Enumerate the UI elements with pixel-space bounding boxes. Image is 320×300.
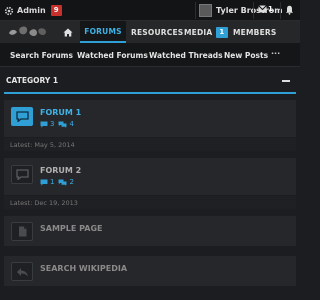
latest-post-date[interactable]: Latest: May 5, 2014 [10,141,75,149]
forum-unread-icon [11,107,33,126]
divider [195,2,196,19]
forum-node: FORUM 2 1 2 [4,158,296,195]
conversations-count: 1 [268,5,273,13]
link-node: SEARCH WIKIPEDIA [4,256,296,286]
page-icon [11,222,33,241]
message-count: 2 [69,178,74,186]
tab-resources-label: RESOURCES [131,27,184,37]
tab-resources[interactable]: RESOURCES [131,21,183,43]
more-menu[interactable]: ... [271,47,280,56]
admin-badge: 9 [50,5,62,16]
threads-icon [40,121,48,128]
watched-forums-link[interactable]: Watched Forums [77,51,148,60]
forum-node: FORUM 1 3 4 [4,100,296,137]
divider [253,2,254,19]
tab-members-label: MEMBERS [233,27,277,37]
divider [280,2,281,19]
messages-icon [58,179,67,186]
forum-title[interactable]: FORUM 2 [40,166,81,175]
tab-media[interactable]: MEDIA 1 [184,21,228,43]
home-button[interactable] [58,21,78,43]
collapse-icon[interactable] [282,80,290,82]
admin-label: Admin [17,6,46,15]
forum-read-icon [11,165,33,184]
page-title[interactable]: SAMPLE PAGE [40,224,102,233]
watched-threads-link[interactable]: Watched Threads [149,51,223,60]
threads-icon [40,179,48,186]
site-logo[interactable] [6,24,50,40]
thread-count: 3 [50,120,55,128]
link-forum-title[interactable]: SEARCH WIKIPEDIA [40,264,127,273]
top-bar: Admin 9 Tyler Brostrom 1 [0,0,300,21]
mail-icon[interactable] [258,5,267,13]
gear-icon [4,6,14,15]
latest-post-date[interactable]: Latest: Dec 19, 2013 [10,199,78,207]
forum-stats: 3 4 [40,120,78,128]
category-title[interactable]: CATEGORY 1 [6,76,58,85]
sub-nav: Search Forums Watched Forums Watched Thr… [0,43,300,67]
new-posts-link[interactable]: New Posts [224,51,268,60]
tab-forums[interactable]: FORUMS [80,21,126,43]
category-header: CATEGORY 1 [0,72,300,90]
link-forum-icon [11,262,33,281]
page-node: SAMPLE PAGE [4,216,296,246]
forum-latest: Latest: May 5, 2014 [4,138,296,151]
thread-count: 1 [50,178,55,186]
bell-icon[interactable] [285,5,294,15]
avatar [199,4,212,17]
category-accent-line [4,92,296,94]
search-forums-link[interactable]: Search Forums [10,51,73,60]
media-badge: 1 [216,26,228,38]
tab-forums-label: FORUMS [84,26,122,36]
home-icon [63,28,73,36]
forum-title[interactable]: FORUM 1 [40,108,81,117]
message-count: 4 [69,120,74,128]
main-nav: FORUMS RESOURCES MEDIA 1 MEMBERS [0,21,300,43]
forum-latest: Latest: Dec 19, 2013 [4,196,296,209]
messages-icon [58,121,67,128]
tab-members[interactable]: MEMBERS [233,21,276,43]
admin-link[interactable]: Admin 9 [4,4,62,17]
tab-media-label: MEDIA [184,27,213,37]
forum-stats: 1 2 [40,178,78,186]
